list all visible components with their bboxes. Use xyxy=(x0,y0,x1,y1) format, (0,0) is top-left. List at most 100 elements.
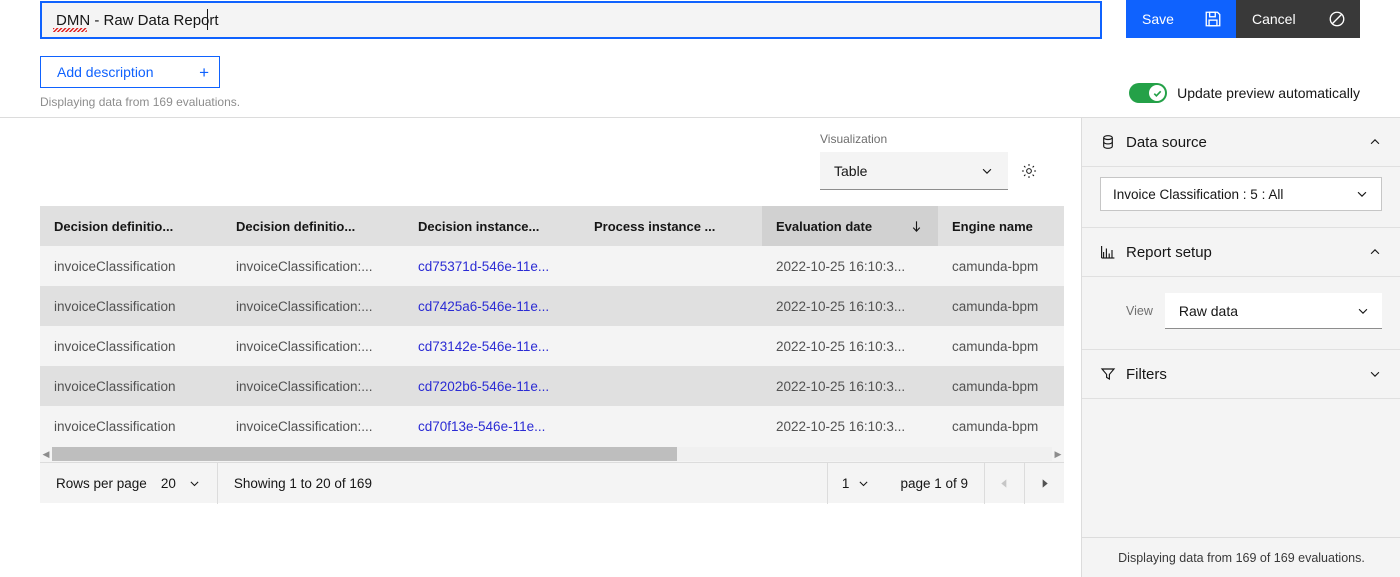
report-title-input[interactable] xyxy=(40,1,1102,39)
rows-per-page-select[interactable]: 20 xyxy=(161,476,201,491)
view-selected-value: Raw data xyxy=(1179,303,1238,319)
cell-engine-name: camunda-bpm xyxy=(938,326,1064,366)
sidebar-footer-status: Displaying data from 169 of 169 evaluati… xyxy=(1082,537,1400,577)
visualization-label: Visualization xyxy=(820,132,1060,146)
caret-right-icon xyxy=(1039,478,1050,489)
cell-decision-instance-id[interactable]: cd7202b6-546e-11e... xyxy=(404,366,580,406)
cell-evaluation-date: 2022-10-25 16:10:3... xyxy=(762,406,938,446)
data-source-title: Data source xyxy=(1126,134,1358,151)
report-setup-section-body: View Raw data xyxy=(1082,277,1400,350)
floppy-disk-icon xyxy=(1204,10,1222,28)
cell-engine-name: camunda-bpm xyxy=(938,286,1064,326)
plus-icon: + xyxy=(199,64,209,81)
chevron-down-icon xyxy=(857,477,870,490)
filters-section-header[interactable]: Filters xyxy=(1082,350,1400,399)
column-header-label: Decision definitio... xyxy=(236,219,355,234)
column-header-label: Engine name xyxy=(952,219,1033,234)
decision-instance-link[interactable]: cd7202b6-546e-11e... xyxy=(418,379,549,394)
cell-evaluation-date: 2022-10-25 16:10:3... xyxy=(762,366,938,406)
visualization-selected-value: Table xyxy=(834,163,867,179)
add-description-button[interactable]: Add description + xyxy=(40,56,220,88)
text-caret xyxy=(207,9,208,30)
cell-decision-definition-id: invoiceClassification:... xyxy=(222,366,404,406)
report-setup-section-header[interactable]: Report setup xyxy=(1082,228,1400,277)
scrollbar-thumb[interactable] xyxy=(52,447,677,461)
table-row: invoiceClassificationinvoiceClassificati… xyxy=(40,246,1064,286)
rows-per-page-group: Rows per page 20 xyxy=(40,463,217,504)
data-source-select[interactable]: Invoice Classification : 5 : All xyxy=(1100,177,1382,211)
cell-decision-instance-id[interactable]: cd70f13e-546e-11e... xyxy=(404,406,580,446)
decision-instance-link[interactable]: cd75371d-546e-11e... xyxy=(418,259,549,274)
decision-instance-link[interactable]: cd7425a6-546e-11e... xyxy=(418,299,549,314)
visualization-select[interactable]: Table xyxy=(820,152,1008,190)
save-button-label: Save xyxy=(1142,11,1204,27)
chevron-down-icon xyxy=(188,477,201,490)
horizontal-scrollbar[interactable]: ◀ ▶ xyxy=(40,446,1064,462)
scrollbar-track[interactable] xyxy=(52,447,1052,461)
filters-title: Filters xyxy=(1126,366,1358,383)
cell-engine-name: camunda-bpm xyxy=(938,406,1064,446)
report-config-sidebar: Data source Invoice Classification : 5 :… xyxy=(1081,118,1400,577)
update-preview-toggle[interactable] xyxy=(1129,83,1167,103)
column-header-label: Decision definitio... xyxy=(54,219,173,234)
raw-data-table: Decision definitio... Decision definitio… xyxy=(40,206,1064,486)
funnel-icon xyxy=(1100,366,1116,382)
table-row: invoiceClassificationinvoiceClassificati… xyxy=(40,286,1064,326)
showing-range-text: Showing 1 to 20 of 169 xyxy=(218,476,388,491)
chevron-down-icon xyxy=(1368,367,1382,381)
column-header-decision-definition-key[interactable]: Decision definitio... xyxy=(40,206,222,246)
table-row: invoiceClassificationinvoiceClassificati… xyxy=(40,326,1064,366)
cell-evaluation-date: 2022-10-25 16:10:3... xyxy=(762,246,938,286)
gear-icon[interactable] xyxy=(1020,162,1038,180)
data-source-section-header[interactable]: Data source xyxy=(1082,118,1400,167)
editor-header: Save Cancel Add description + D xyxy=(0,0,1400,117)
cell-decision-definition-key: invoiceClassification xyxy=(40,286,222,326)
page-number-select[interactable]: 1 xyxy=(828,476,885,491)
chevron-up-icon xyxy=(1368,245,1382,259)
chevron-down-icon xyxy=(1356,304,1370,318)
cell-decision-definition-key: invoiceClassification xyxy=(40,246,222,286)
decision-instance-link[interactable]: cd70f13e-546e-11e... xyxy=(418,419,545,434)
scroll-right-icon[interactable]: ▶ xyxy=(1052,449,1064,460)
table-row: invoiceClassificationinvoiceClassificati… xyxy=(40,366,1064,406)
column-header-decision-definition-id[interactable]: Decision definitio... xyxy=(222,206,404,246)
caret-left-icon xyxy=(999,478,1010,489)
save-button[interactable]: Save xyxy=(1126,0,1236,38)
table-header: Decision definitio... Decision definitio… xyxy=(40,206,1064,246)
rows-per-page-label: Rows per page xyxy=(56,476,147,491)
column-header-evaluation-date[interactable]: Evaluation date xyxy=(762,206,938,246)
scroll-left-icon[interactable]: ◀ xyxy=(40,449,52,460)
column-header-label: Evaluation date xyxy=(776,219,872,234)
cell-decision-definition-key: invoiceClassification xyxy=(40,406,222,446)
add-description-label: Add description xyxy=(57,64,199,80)
cell-process-instance-id xyxy=(580,406,762,446)
column-header-engine-name[interactable]: Engine name xyxy=(938,206,1064,246)
cell-decision-definition-id: invoiceClassification:... xyxy=(222,406,404,446)
cell-process-instance-id xyxy=(580,366,762,406)
database-icon xyxy=(1100,134,1116,150)
cell-process-instance-id xyxy=(580,246,762,286)
arrow-down-icon xyxy=(909,219,924,234)
cancel-button[interactable]: Cancel xyxy=(1236,0,1360,38)
visualization-control: Visualization Table xyxy=(820,132,1060,190)
cell-process-instance-id xyxy=(580,286,762,326)
toggle-knob xyxy=(1149,85,1165,101)
bar-chart-icon xyxy=(1100,244,1116,260)
column-header-process-instance-id[interactable]: Process instance ... xyxy=(580,206,762,246)
previous-page-button[interactable] xyxy=(984,463,1024,504)
report-editor-page: Save Cancel Add description + D xyxy=(0,0,1400,577)
raw-data-table-wrapper: Decision definitio... Decision definitio… xyxy=(40,206,1064,486)
cell-decision-definition-id: invoiceClassification:... xyxy=(222,246,404,286)
cell-decision-instance-id[interactable]: cd75371d-546e-11e... xyxy=(404,246,580,286)
rows-per-page-value: 20 xyxy=(161,476,176,491)
chevron-down-icon xyxy=(1355,187,1369,201)
cell-decision-instance-id[interactable]: cd73142e-546e-11e... xyxy=(404,326,580,366)
decision-instance-link[interactable]: cd73142e-546e-11e... xyxy=(418,339,549,354)
view-select[interactable]: Raw data xyxy=(1165,293,1382,329)
column-header-decision-instance-id[interactable]: Decision instance... xyxy=(404,206,580,246)
table-row: invoiceClassificationinvoiceClassificati… xyxy=(40,406,1064,446)
chevron-down-icon xyxy=(980,164,994,178)
next-page-button[interactable] xyxy=(1024,463,1064,504)
cell-engine-name: camunda-bpm xyxy=(938,366,1064,406)
cell-decision-instance-id[interactable]: cd7425a6-546e-11e... xyxy=(404,286,580,326)
